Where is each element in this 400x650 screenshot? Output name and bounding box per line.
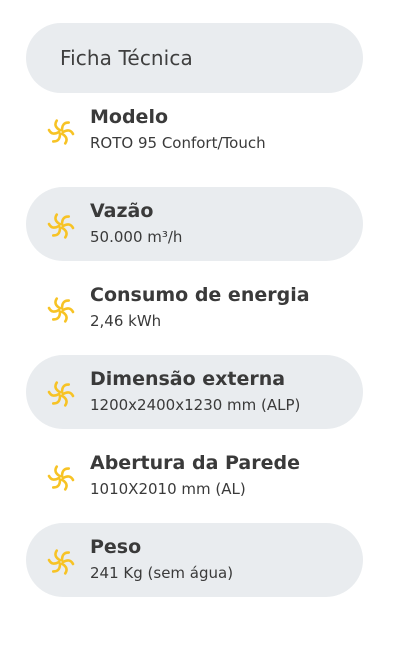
spec-label: Vazão bbox=[90, 200, 154, 222]
spec-label: Abertura da Parede bbox=[90, 452, 300, 474]
spec-label: Modelo bbox=[90, 106, 169, 128]
spec-row-modelo: Modelo ROTO 95 Confort/Touch bbox=[26, 93, 363, 167]
spec-row-consumo: Consumo de energia 2,46 kWh bbox=[26, 271, 363, 345]
spec-value: 50.000 m³/h bbox=[90, 228, 183, 246]
fan-icon bbox=[46, 117, 76, 147]
spec-row-dimensao: Dimensão externa 1200x2400x1230 mm (ALP) bbox=[26, 355, 363, 429]
fan-icon bbox=[46, 463, 76, 493]
fan-icon bbox=[46, 211, 76, 241]
spec-value: 1200x2400x1230 mm (ALP) bbox=[90, 396, 301, 414]
spec-value: 241 Kg (sem água) bbox=[90, 564, 234, 582]
fan-icon bbox=[46, 295, 76, 325]
spec-value: 2,46 kWh bbox=[90, 312, 162, 330]
spec-label: Dimensão externa bbox=[90, 368, 286, 390]
spec-row-peso: Peso 241 Kg (sem água) bbox=[26, 523, 363, 597]
spec-sheet-header: Ficha Técnica bbox=[26, 23, 363, 93]
fan-icon bbox=[46, 379, 76, 409]
spec-label: Consumo de energia bbox=[90, 284, 310, 306]
spec-sheet: Ficha Técnica Modelo ROTO 95 Confort/Tou… bbox=[0, 0, 400, 650]
spec-label: Peso bbox=[90, 536, 142, 558]
spec-value: 1010X2010 mm (AL) bbox=[90, 480, 246, 498]
spec-row-abertura: Abertura da Parede 1010X2010 mm (AL) bbox=[26, 439, 363, 513]
spec-value: ROTO 95 Confort/Touch bbox=[90, 134, 266, 152]
fan-icon bbox=[46, 547, 76, 577]
spec-row-vazao: Vazão 50.000 m³/h bbox=[26, 187, 363, 261]
page-title: Ficha Técnica bbox=[60, 46, 193, 70]
